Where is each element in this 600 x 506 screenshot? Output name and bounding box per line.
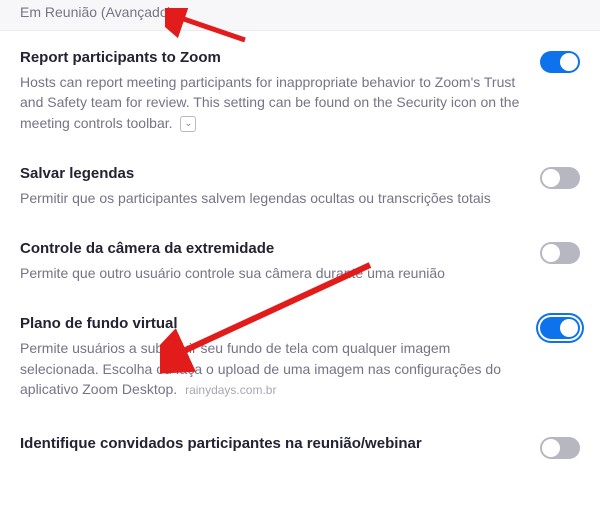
setting-title: Identifique convidados participantes na … bbox=[20, 435, 520, 452]
setting-title: Controle da câmera da extremidade bbox=[20, 240, 520, 257]
section-header-label: Em Reunião (Avançado) bbox=[20, 4, 172, 20]
toggle-report-participants[interactable] bbox=[540, 51, 580, 73]
toggle-plano-fundo-virtual[interactable] bbox=[540, 317, 580, 339]
toggle-controle-camera[interactable] bbox=[540, 242, 580, 264]
setting-desc: Permitir que os participantes salvem leg… bbox=[20, 188, 520, 208]
setting-report-participants: Report participants to Zoom Hosts can re… bbox=[0, 31, 600, 147]
setting-title: Plano de fundo virtual bbox=[20, 315, 520, 332]
info-icon[interactable]: ⌄ bbox=[180, 116, 196, 132]
toggle-knob bbox=[542, 439, 560, 457]
watermark: rainydays.com.br bbox=[185, 383, 276, 397]
setting-title: Report participants to Zoom bbox=[20, 49, 520, 66]
toggle-knob bbox=[560, 53, 578, 71]
toggle-knob bbox=[542, 244, 560, 262]
toggle-knob bbox=[560, 319, 578, 337]
toggle-knob bbox=[542, 169, 560, 187]
toggle-identifique-convidados[interactable] bbox=[540, 437, 580, 459]
toggle-salvar-legendas[interactable] bbox=[540, 167, 580, 189]
setting-desc: Permite que outro usuário controle sua c… bbox=[20, 263, 520, 283]
section-header: Em Reunião (Avançado) bbox=[0, 0, 600, 31]
setting-identifique-convidados: Identifique convidados participantes na … bbox=[0, 413, 600, 473]
setting-salvar-legendas: Salvar legendas Permitir que os particip… bbox=[0, 147, 600, 222]
setting-controle-camera: Controle da câmera da extremidade Permit… bbox=[0, 222, 600, 297]
setting-plano-fundo-virtual: Plano de fundo virtual Permite usuários … bbox=[0, 297, 600, 413]
setting-title: Salvar legendas bbox=[20, 165, 520, 182]
setting-desc: Permite usuários a substituir seu fundo … bbox=[20, 338, 520, 399]
setting-desc: Hosts can report meeting participants fo… bbox=[20, 72, 520, 133]
